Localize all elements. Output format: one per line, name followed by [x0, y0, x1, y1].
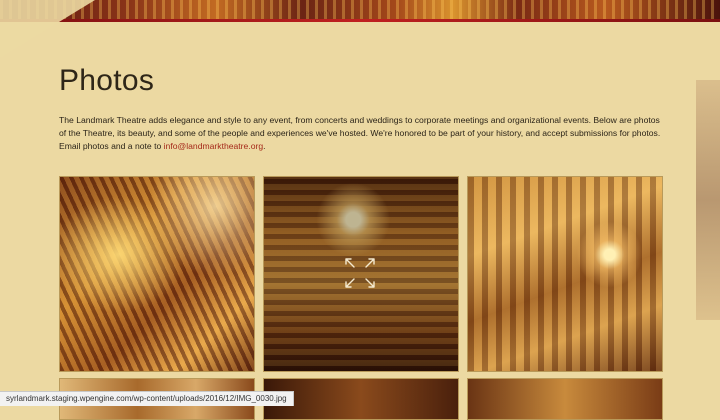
intro-end: .: [263, 141, 266, 152]
status-bar-url: syrlandmark.staging.wpengine.com/wp-cont…: [0, 391, 294, 406]
gallery-photo-6[interactable]: [467, 378, 663, 420]
gallery-photo-2[interactable]: [263, 176, 459, 372]
hero-banner-strip: [0, 0, 720, 22]
page-title: Photos: [59, 64, 155, 97]
email-link[interactable]: info@landmarktheatre.org: [164, 141, 264, 151]
intro-text: The Landmark Theatre adds elegance and s…: [59, 115, 661, 152]
gallery-photo-3[interactable]: [467, 176, 663, 372]
corner-decoration: [0, 0, 95, 58]
gallery-photo-1[interactable]: [59, 176, 255, 372]
expand-icon[interactable]: [342, 255, 378, 291]
intro-paragraph: The Landmark Theatre adds elegance and s…: [59, 114, 665, 154]
background-edge-image: [696, 80, 720, 320]
